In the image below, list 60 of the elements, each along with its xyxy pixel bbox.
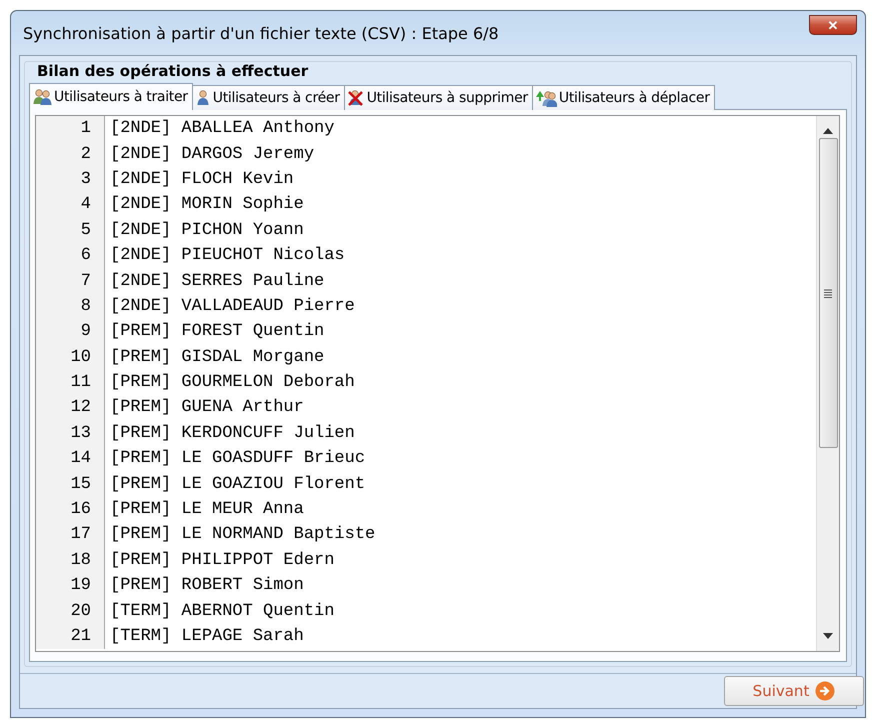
- line-number: 3: [36, 166, 105, 192]
- line-text: [2NDE] VALLADEAUD Pierre: [109, 296, 355, 316]
- line-number: 19: [36, 573, 105, 598]
- next-button[interactable]: Suivant: [724, 676, 864, 706]
- tab[interactable]: Utilisateurs à traiter: [29, 83, 193, 110]
- line-number: 18: [36, 548, 105, 574]
- line-text: [PREM] LE GOAZIOU Florent: [109, 474, 366, 494]
- arrow-right-icon: [815, 681, 836, 701]
- group-title: Bilan des opérations à effectuer: [37, 62, 310, 80]
- line-text: [PREM] GISDAL Morgane: [109, 348, 324, 367]
- line-text: [2NDE] PICHON Yoann: [109, 220, 304, 240]
- line-text: [TERM] ABERNOT Quentin: [109, 602, 334, 621]
- line-number: 4: [36, 192, 105, 218]
- line-number: 20: [36, 598, 105, 624]
- line-number: 10: [36, 344, 105, 370]
- tab[interactable]: Utilisateurs à déplacer: [532, 85, 715, 110]
- line-text: [2NDE] SERRES Pauline: [109, 272, 324, 291]
- line-text: [PREM] LE GOASDUFF Brieuc: [109, 449, 366, 468]
- line-number: 6: [36, 242, 105, 268]
- line-text: [PREM] GOURMELON Deborah: [109, 373, 355, 392]
- user-delete-icon: [346, 89, 365, 107]
- users-icon: [32, 88, 52, 106]
- line-number: 5: [36, 218, 105, 243]
- scroll-down-icon[interactable]: [823, 633, 833, 639]
- scroll-thumb[interactable]: [818, 138, 838, 448]
- line-number: 15: [36, 471, 105, 497]
- line-text: [PREM] LE MEUR Anna: [109, 500, 304, 520]
- window-title: Synchronisation à partir d'un fichier texte (CSV) : Etape 6/8: [22, 24, 499, 42]
- scroll-up-icon[interactable]: [823, 128, 833, 134]
- line-number: 7: [36, 268, 105, 294]
- line-number: 1: [36, 116, 105, 142]
- line-text: [2NDE] ABALLEA Anthony: [109, 119, 334, 138]
- line-text: [PREM] ROBERT Simon: [109, 576, 304, 596]
- line-number: 2: [36, 141, 105, 167]
- line-number: 16: [36, 496, 105, 522]
- line-number: 14: [36, 446, 105, 472]
- tab[interactable]: Utilisateurs à créer: [192, 85, 345, 110]
- line-text: [2NDE] MORIN Sophie: [109, 195, 304, 214]
- line-text: [PREM] GUENA Arthur: [109, 398, 304, 418]
- scrollbar[interactable]: [816, 116, 839, 651]
- line-number: 9: [36, 319, 105, 345]
- line-text: [2NDE] PIEUCHOT Nicolas: [109, 246, 345, 266]
- line-text: [2NDE] DARGOS Jeremy: [109, 144, 314, 164]
- tab[interactable]: Utilisateurs à supprimer: [344, 85, 533, 110]
- grip-icon: [824, 288, 832, 298]
- line-number: 8: [36, 294, 105, 320]
- user-move-icon: [534, 89, 557, 107]
- line-text: [PREM] PHILIPPOT Edern: [109, 550, 334, 570]
- line-number: 11: [36, 370, 105, 396]
- close-button[interactable]: ✕: [809, 15, 857, 35]
- line-number: 12: [36, 395, 105, 421]
- line-text: [PREM] FOREST Quentin: [109, 322, 324, 342]
- line-text: [PREM] KERDONCUFF Julien: [109, 424, 355, 443]
- line-text: [2NDE] FLOCH Kevin: [109, 170, 294, 189]
- user-icon: [194, 89, 211, 107]
- line-text: [PREM] LE NORMAND Baptiste: [109, 525, 376, 544]
- line-text: [TERM] LEPAGE Sarah: [109, 627, 304, 646]
- line-number: 13: [36, 420, 105, 446]
- line-number: 21: [36, 624, 105, 650]
- line-number: 17: [36, 522, 105, 548]
